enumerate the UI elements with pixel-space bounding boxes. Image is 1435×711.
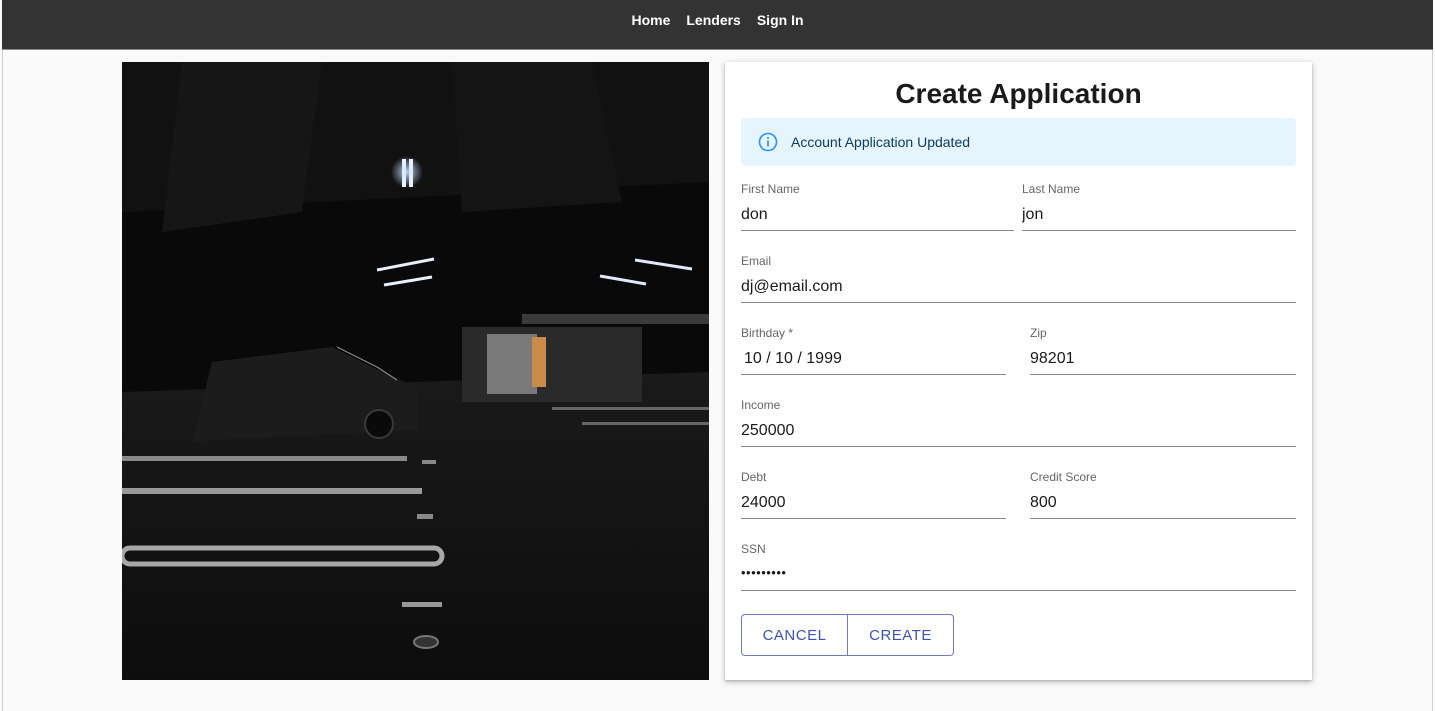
zip-input[interactable] — [1030, 350, 1296, 368]
income-input[interactable] — [741, 422, 1296, 440]
zip-label: Zip — [1030, 326, 1047, 340]
zip-field[interactable]: Zip — [1030, 326, 1296, 375]
ssn-input[interactable] — [741, 565, 1296, 580]
last-name-field[interactable]: Last Name — [1022, 182, 1296, 231]
parking-garage-photo — [122, 62, 709, 680]
page-title: Create Application — [895, 78, 1142, 109]
status-alert: Account Application Updated — [741, 118, 1296, 166]
first-name-label: First Name — [741, 182, 800, 196]
email-label: Email — [741, 254, 772, 268]
nav-link-lenders[interactable]: Lenders — [678, 12, 748, 28]
birthday-field[interactable]: Birthday * — [741, 326, 1009, 375]
email-input[interactable] — [741, 278, 1296, 296]
info-icon — [757, 131, 779, 153]
nav-link-sign-in[interactable]: Sign In — [749, 12, 812, 28]
form-actions: CANCEL CREATE — [741, 614, 954, 656]
credit-score-label: Credit Score — [1030, 470, 1097, 484]
debt-input[interactable] — [741, 494, 1006, 512]
income-label: Income — [741, 398, 781, 412]
income-field[interactable]: Income — [741, 398, 1296, 447]
birthday-label: Birthday * — [741, 326, 794, 340]
last-name-input[interactable] — [1022, 206, 1296, 224]
ssn-field[interactable]: SSN — [741, 542, 1296, 591]
email-field[interactable]: Email — [741, 254, 1296, 303]
debt-label: Debt — [741, 470, 767, 484]
top-navbar: Home Lenders Sign In — [2, 0, 1433, 50]
create-button[interactable]: CREATE — [847, 614, 954, 656]
credit-score-field[interactable]: Credit Score — [1030, 470, 1296, 519]
last-name-label: Last Name — [1022, 182, 1081, 196]
birthday-input[interactable] — [741, 350, 1009, 368]
alert-message: Account Application Updated — [791, 134, 971, 150]
credit-score-input[interactable] — [1030, 494, 1296, 512]
first-name-input[interactable] — [741, 206, 1014, 224]
debt-field[interactable]: Debt — [741, 470, 1006, 519]
nav-link-home[interactable]: Home — [623, 12, 678, 28]
first-name-field[interactable]: First Name — [741, 182, 1014, 231]
cancel-button[interactable]: CANCEL — [741, 614, 848, 656]
ssn-label: SSN — [741, 542, 766, 556]
